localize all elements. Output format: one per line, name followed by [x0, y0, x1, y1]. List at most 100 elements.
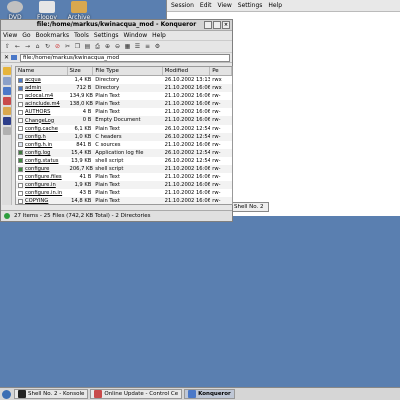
kmenu-icon[interactable]: [2, 389, 11, 399]
text-icon: [18, 93, 23, 99]
up-icon[interactable]: ⇧: [3, 42, 12, 51]
tab-shell-2[interactable]: Shell No. 2: [229, 202, 269, 212]
table-row[interactable]: configure.in.in 43 B Plain Text 21.10.2002 …: [16, 189, 232, 197]
bookmark-icon[interactable]: [3, 67, 11, 75]
close-icon[interactable]: ×: [222, 21, 230, 29]
menu-go[interactable]: Go: [22, 32, 30, 39]
menu-window[interactable]: Window: [124, 32, 148, 39]
taskbar-button-online-update[interactable]: Online Update - Control Ce: [90, 389, 183, 399]
text-icon: [18, 109, 23, 115]
konqueror-window[interactable]: file:/home/markus/kwinacqua_mod - Konque…: [0, 19, 233, 222]
table-row[interactable]: ChangeLog 0 B Empty Document 21.10.2002 16:…: [16, 116, 232, 125]
file-modified: 21.10.2002 16:06: [164, 182, 211, 189]
detail-view-icon[interactable]: ☰: [133, 42, 142, 51]
table-row[interactable]: acinclude.m4 138,0 KB Plain Text 21.10.2002…: [16, 100, 232, 109]
menubar: View Go Bookmarks Tools Settings Window …: [1, 31, 232, 41]
table-row[interactable]: configure.in 1,9 KB Plain Text 21.10.2002 1…: [16, 181, 232, 190]
clear-location-icon[interactable]: ✕: [4, 54, 9, 61]
taskbar-button-konsole[interactable]: Shell No. 2 - Konsole: [14, 389, 89, 399]
table-row[interactable]: config.h.in 841 BC sources 21.10.2002 16:0…: [16, 141, 232, 149]
file-type: Plain Text: [95, 93, 120, 100]
taskbar-button-label: Shell No. 2 - Konsole: [28, 391, 85, 397]
file-permissions: rw-: [212, 174, 221, 181]
menu-edit[interactable]: Edit: [200, 2, 212, 9]
cut-icon[interactable]: ✂: [63, 42, 72, 51]
column-header-size[interactable]: Size: [68, 67, 94, 75]
column-header-name[interactable]: Name: [16, 67, 68, 75]
konsole-icon: [18, 390, 26, 398]
minimize-icon[interactable]: [204, 21, 212, 29]
history-icon[interactable]: [3, 77, 11, 85]
taskbar-button-konqueror[interactable]: Konqueror: [184, 389, 235, 399]
menu-help[interactable]: Help: [268, 2, 282, 9]
file-permissions: rw-: [212, 190, 221, 197]
file-name-label: config.cache: [25, 125, 58, 132]
home-icon[interactable]: ⌂: [33, 42, 42, 51]
file-modified: 21.10.2002 16:06: [164, 101, 211, 108]
reload-icon[interactable]: ↻: [43, 42, 52, 51]
konsole-menubar: Session Edit View Settings Help: [167, 0, 400, 12]
location-input[interactable]: file:/home/markus/kwinacqua_mod: [20, 53, 230, 62]
menu-tools[interactable]: Tools: [74, 32, 89, 39]
archive-icon: [71, 1, 87, 13]
file-type: Application log file: [95, 149, 144, 156]
file-size: 712 B: [76, 85, 92, 92]
zoom-in-icon[interactable]: ⊕: [103, 42, 112, 51]
table-row[interactable]: config.h 1,0 KB C headers 26.10.2002 12:54 r…: [16, 132, 232, 141]
icon-view-icon[interactable]: ▦: [123, 42, 132, 51]
desktop-icon-floppy[interactable]: Floppy: [32, 0, 62, 21]
zoom-out-icon[interactable]: ⊖: [113, 42, 122, 51]
file-type: Empty Document: [95, 117, 141, 124]
table-row[interactable]: config.cache 6,1 KB Plain Text 26.10.2002 1…: [16, 125, 232, 133]
file-name-label: acinclude.m4: [25, 101, 60, 108]
menu-settings[interactable]: Settings: [94, 32, 119, 39]
table-row[interactable]: configure 206,7 KB shell script 21.10.2002 …: [16, 165, 232, 174]
menu-bookmarks[interactable]: Bookmarks: [36, 32, 70, 39]
forward-icon[interactable]: →: [23, 42, 32, 51]
media-icon[interactable]: [3, 127, 11, 135]
column-header-modified[interactable]: Modified: [163, 67, 211, 75]
network-icon[interactable]: [3, 97, 11, 105]
file-name-label: acqua: [25, 77, 41, 84]
menu-settings[interactable]: Settings: [238, 2, 263, 9]
tree-view-icon[interactable]: ≡: [143, 42, 152, 51]
table-row[interactable]: config.log 15,4 KB Application log file 26.…: [16, 148, 232, 157]
desktop-icon-dvd[interactable]: DVD: [0, 0, 30, 21]
root-folder-icon[interactable]: [3, 107, 11, 115]
home-folder-icon[interactable]: [3, 87, 11, 95]
menu-session[interactable]: Session: [171, 2, 194, 9]
table-row[interactable]: COPYING 14,8 KB Plain Text 21.10.2002 16:06…: [16, 197, 232, 204]
file-name-label: config.h.in: [25, 141, 53, 148]
paste-icon[interactable]: ▤: [83, 42, 92, 51]
desktop-icon-archive[interactable]: Archive: [64, 0, 94, 21]
file-type: Plain Text: [95, 182, 120, 189]
file-permissions: rw-: [212, 101, 221, 108]
copy-icon[interactable]: ❐: [73, 42, 82, 51]
file-modified: 21.10.2002 16:06: [164, 166, 211, 173]
column-header-type[interactable]: File Type: [93, 67, 163, 75]
text-icon: [18, 101, 23, 107]
menu-view[interactable]: View: [3, 32, 17, 39]
table-row[interactable]: aclocal.m4 134,9 KB Plain Text 21.10.2002 1…: [16, 92, 232, 100]
menu-view[interactable]: View: [218, 2, 232, 9]
table-row[interactable]: acqua 1,4 KB Directory 26.10.2002 13:13 rwx: [16, 76, 232, 84]
table-row[interactable]: AUTHORS 4 B Plain Text 21.10.2002 16:06 rw-: [16, 108, 232, 116]
gear-icon[interactable]: ⚙: [153, 42, 162, 51]
file-name: AUTHORS: [16, 108, 68, 116]
table-row[interactable]: admin 712 B Directory 21.10.2002 16:06 rwx: [16, 84, 232, 93]
script-icon: [18, 158, 23, 164]
services-icon[interactable]: [3, 117, 11, 125]
list-header: Name Size File Type Modified Pe: [16, 67, 232, 76]
file-name: admin: [16, 84, 68, 92]
stop-icon[interactable]: ⊘: [53, 42, 62, 51]
print-icon[interactable]: ⎙: [93, 42, 102, 51]
column-header-permissions[interactable]: Pe: [210, 67, 232, 75]
table-row[interactable]: configure.files 41 B Plain Text 21.10.2002 …: [16, 173, 232, 181]
text-icon: [18, 126, 23, 132]
table-row[interactable]: config.status 13,9 KB shell script 26.10.20…: [16, 157, 232, 165]
back-icon[interactable]: ←: [13, 42, 22, 51]
window-titlebar[interactable]: file:/home/markus/kwinacqua_mod - Konque…: [1, 20, 232, 31]
menu-help[interactable]: Help: [152, 32, 166, 39]
maximize-icon[interactable]: [213, 21, 221, 29]
taskbar: Shell No. 2 - Konsole Online Update - Co…: [0, 387, 400, 400]
